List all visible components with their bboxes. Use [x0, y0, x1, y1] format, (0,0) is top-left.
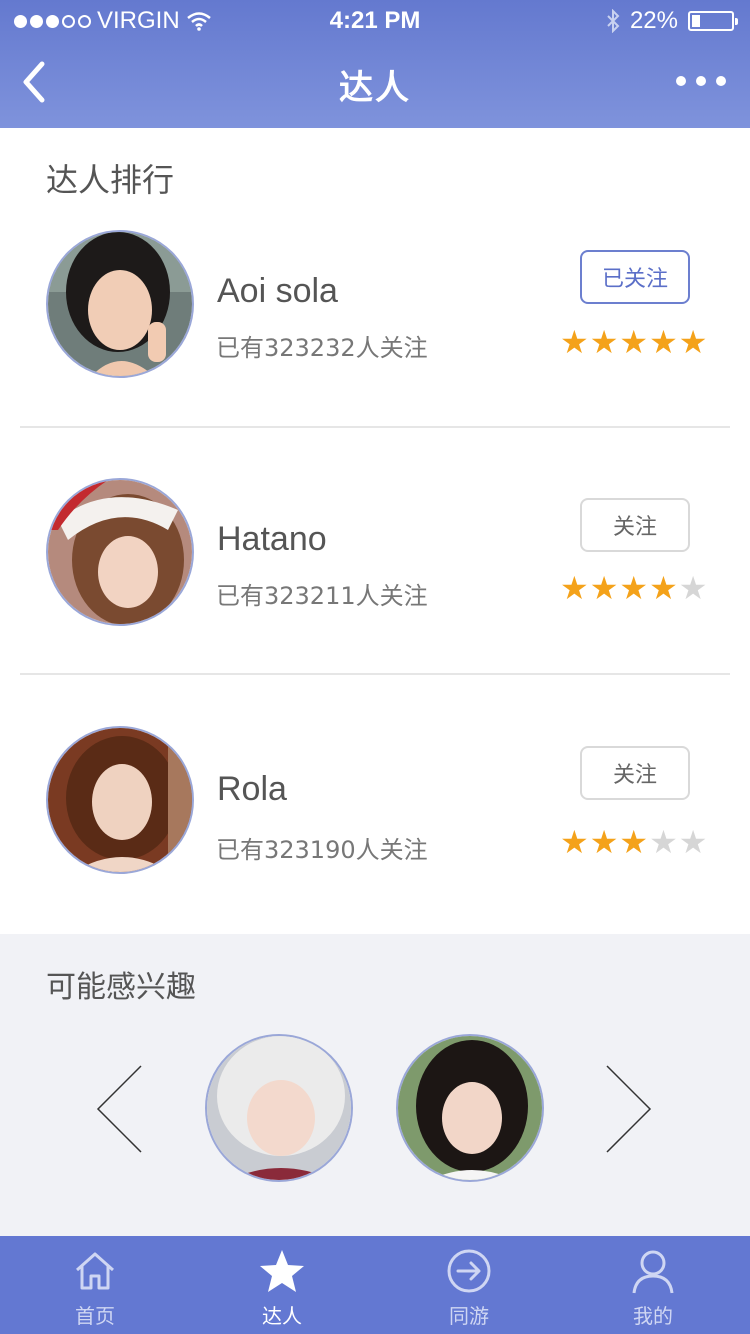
more-dot-icon: [696, 76, 706, 86]
star-filled-icon: ★: [560, 823, 589, 861]
tab-home[interactable]: 首页: [35, 1236, 155, 1334]
divider: [20, 673, 730, 675]
star-filled-icon: ★: [619, 569, 649, 607]
expert-name: Rola: [217, 770, 287, 808]
star-filled-icon: ★: [589, 569, 619, 607]
tab-label: 同游: [449, 1304, 489, 1328]
follow-button[interactable]: 已关注: [580, 250, 690, 304]
chevron-right-icon: [606, 1065, 652, 1153]
star-empty-icon: ★: [649, 823, 678, 861]
star-icon: [260, 1250, 304, 1292]
more-dot-icon: [716, 76, 726, 86]
avatar[interactable]: [46, 478, 194, 626]
next-button[interactable]: [603, 1064, 653, 1154]
suggested-avatar[interactable]: [396, 1034, 544, 1182]
tab-experts[interactable]: 达人: [222, 1236, 342, 1334]
interest-title: 可能感兴趣: [46, 970, 196, 1005]
suggested-avatar[interactable]: [205, 1034, 353, 1182]
star-filled-icon: ★: [619, 823, 649, 861]
bluetooth-icon: [607, 9, 620, 33]
status-bar: VIRGIN 4:21 PM 22%: [0, 0, 750, 40]
tab-label: 首页: [75, 1304, 115, 1328]
star-filled-icon: ★: [678, 323, 708, 361]
ranking-item: Aoi sola 已有323232人关注 已关注 ★ ★ ★ ★ ★: [0, 190, 750, 438]
top-header: VIRGIN 4:21 PM 22% 达人: [0, 0, 750, 128]
star-filled-icon: ★: [560, 569, 589, 607]
status-right: 22%: [606, 7, 738, 35]
ranking-item: Hatano 已有323211人关注 关注 ★ ★ ★ ★ ★: [0, 438, 750, 686]
rating-stars: ★ ★ ★ ★ ★: [560, 326, 707, 358]
arrow-circle-icon: [447, 1249, 491, 1293]
user-icon: [632, 1250, 674, 1294]
prev-button[interactable]: [95, 1064, 145, 1154]
star-empty-icon: ★: [678, 569, 708, 607]
more-button[interactable]: [676, 70, 732, 92]
more-dot-icon: [676, 76, 686, 86]
tab-bar: 首页 达人 同游 我的: [0, 1236, 750, 1334]
home-icon: [76, 1252, 114, 1290]
star-filled-icon: ★: [589, 323, 619, 361]
rating-stars: ★ ★ ★ ★ ★: [560, 826, 707, 858]
divider: [20, 426, 730, 428]
tab-mine[interactable]: 我的: [593, 1236, 713, 1334]
follower-count: 已有323232人关注: [216, 334, 428, 362]
page-title: 达人: [339, 68, 411, 108]
tab-travel[interactable]: 同游: [409, 1236, 529, 1334]
follower-count: 已有323211人关注: [216, 582, 428, 610]
expert-name: Aoi sola: [217, 272, 338, 310]
avatar[interactable]: [46, 230, 194, 378]
star-filled-icon: ★: [560, 323, 589, 361]
avatar[interactable]: [46, 726, 194, 874]
tab-label: 达人: [262, 1304, 302, 1328]
star-filled-icon: ★: [589, 823, 619, 861]
rating-stars: ★ ★ ★ ★ ★: [560, 572, 707, 604]
follow-button[interactable]: 关注: [580, 746, 690, 800]
battery-icon: [688, 11, 738, 31]
expert-name: Hatano: [217, 520, 327, 558]
battery-percent: 22%: [629, 7, 678, 34]
star-filled-icon: ★: [619, 323, 649, 361]
tab-label: 我的: [633, 1304, 673, 1328]
follower-count: 已有323190人关注: [216, 836, 428, 864]
star-filled-icon: ★: [649, 569, 678, 607]
interest-section: 可能感兴趣: [0, 934, 750, 1236]
follow-button[interactable]: 关注: [580, 498, 690, 552]
star-filled-icon: ★: [649, 323, 678, 361]
ranking-item: Rola 已有323190人关注 关注 ★ ★ ★ ★ ★: [0, 686, 750, 934]
star-empty-icon: ★: [678, 823, 708, 861]
chevron-left-icon: [96, 1065, 142, 1153]
